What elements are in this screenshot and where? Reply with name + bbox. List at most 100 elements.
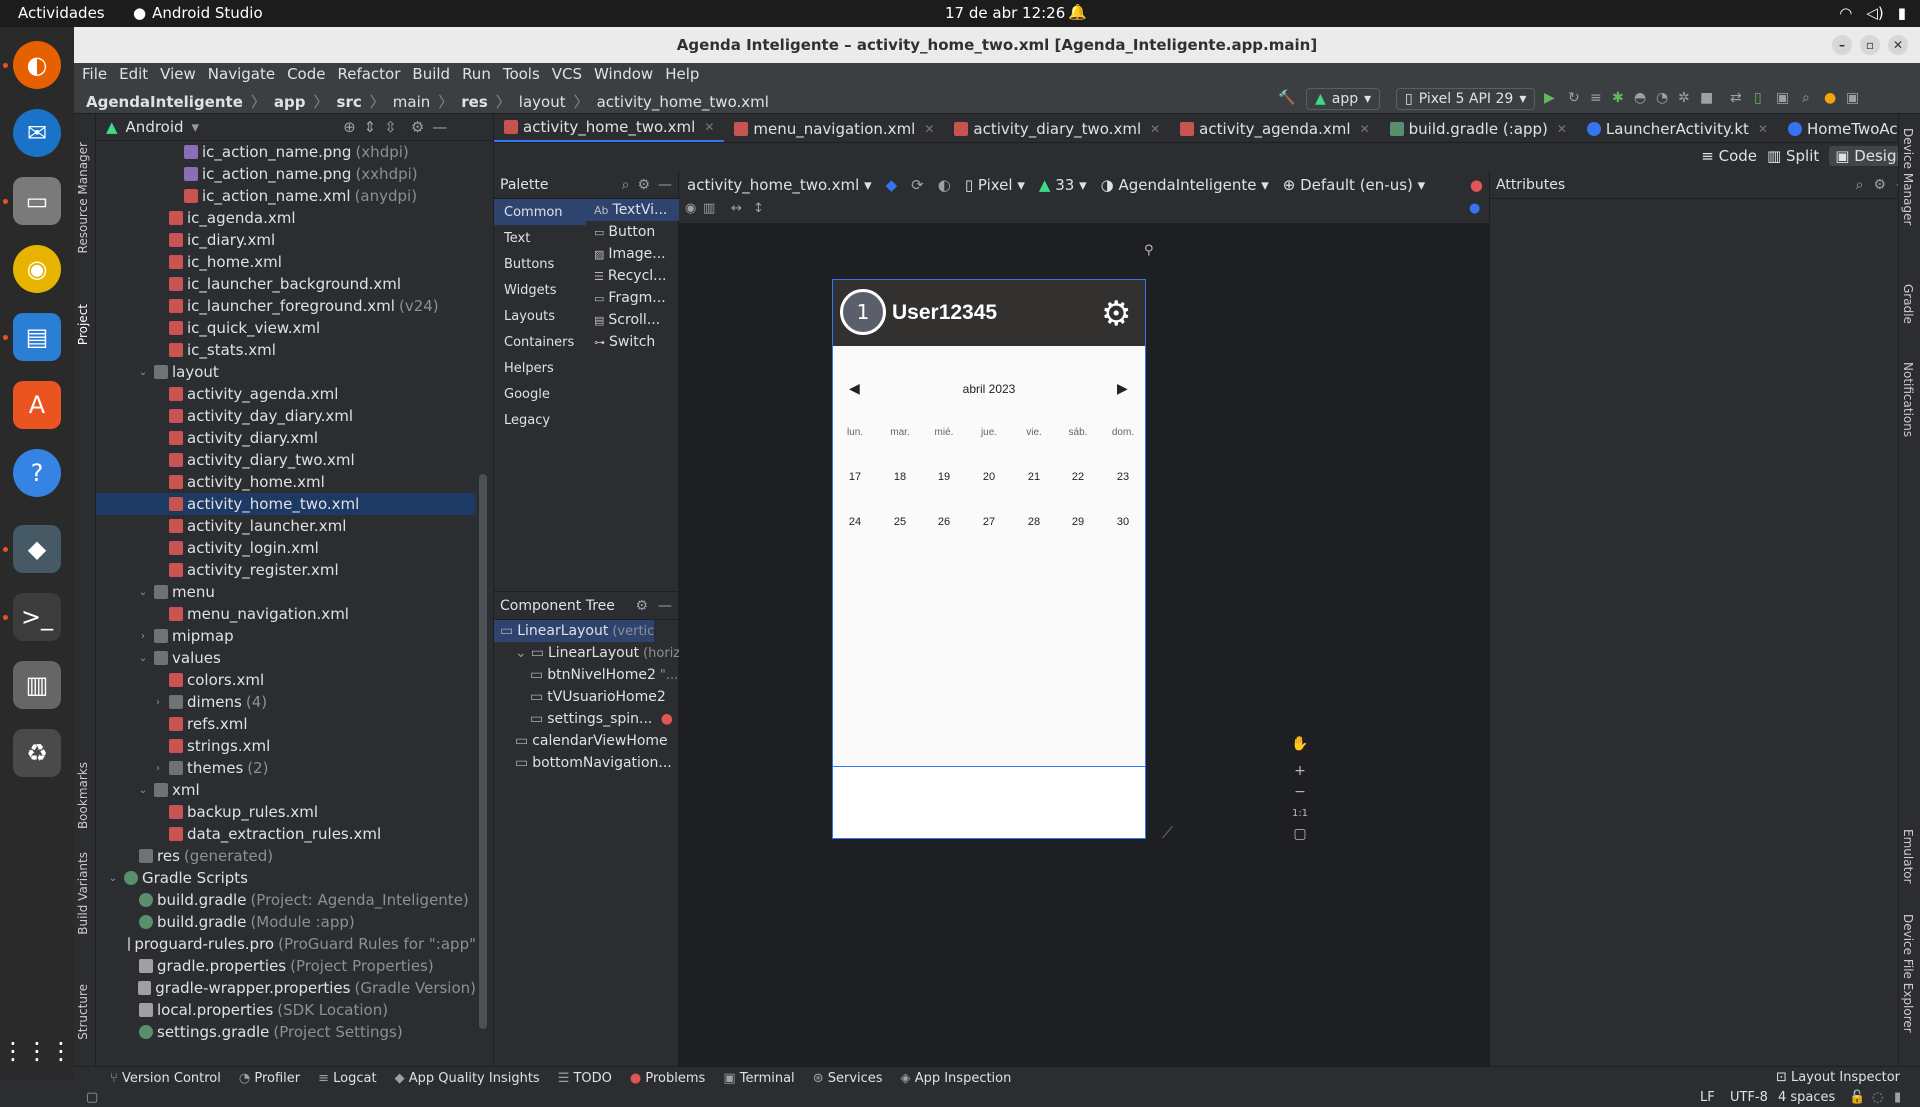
tree-item[interactable]: ic_agenda.xml: [96, 207, 476, 229]
run-config-select[interactable]: ▲ app ▾: [1306, 88, 1381, 110]
chevron-right-icon[interactable]: ›: [136, 631, 150, 642]
tool-bookmarks[interactable]: Bookmarks: [76, 762, 90, 829]
calendar-day[interactable]: 26: [924, 516, 964, 528]
tree-item[interactable]: activity_diary.xml: [96, 427, 476, 449]
tree-item[interactable]: ic_launcher_background.xml: [96, 273, 476, 295]
editor-tab[interactable]: LauncherActivity.kt ✕: [1577, 114, 1778, 142]
close-tab-icon[interactable]: ✕: [1150, 122, 1160, 136]
stop-icon[interactable]: ■: [1700, 90, 1713, 106]
tree-item[interactable]: activity_agenda.xml: [96, 383, 476, 405]
close-button[interactable]: ✕: [1888, 35, 1908, 55]
tree-item[interactable]: ic_stats.xml: [96, 339, 476, 361]
calendar-day[interactable]: 23: [1103, 471, 1143, 483]
hide-icon[interactable]: —: [658, 598, 672, 614]
terminal-icon[interactable]: >_: [13, 593, 61, 641]
palette-item[interactable]: ☰ Recycl...: [586, 265, 679, 287]
rhythmbox-icon[interactable]: ◉: [13, 245, 61, 293]
device-preview-select[interactable]: ▯ Pixel ▾: [965, 176, 1025, 194]
writer-icon[interactable]: ▤: [13, 313, 61, 361]
palette-category[interactable]: Layouts: [494, 303, 586, 329]
layout-inspector-button[interactable]: ⊡ Layout Inspector: [1776, 1070, 1900, 1085]
window-titlebar[interactable]: Agenda Inteligente – activity_home_two.x…: [74, 27, 1920, 63]
calendar-day[interactable]: 27: [969, 516, 1009, 528]
bottom-tool-button[interactable]: ≡ Logcat: [318, 1071, 376, 1086]
split-mode-button[interactable]: ▥ Split: [1767, 147, 1819, 165]
chevron-down-icon[interactable]: ⌄: [106, 873, 120, 884]
pin-icon[interactable]: ⚲: [1144, 243, 1154, 258]
tree-item[interactable]: colors.xml: [96, 669, 476, 691]
tree-item[interactable]: gradle-wrapper.properties (Gradle Version…: [96, 977, 476, 999]
close-tab-icon[interactable]: ✕: [1758, 122, 1768, 136]
palette-category[interactable]: Legacy: [494, 407, 586, 433]
line-separator[interactable]: LF: [1700, 1090, 1715, 1105]
info-icon[interactable]: ●: [1469, 201, 1480, 216]
editor-tab[interactable]: menu_navigation.xml ✕: [724, 114, 944, 142]
menu-window[interactable]: Window: [594, 65, 653, 83]
sdk-manager-icon[interactable]: ▣: [1776, 90, 1789, 106]
calendar-day[interactable]: 22: [1058, 471, 1098, 483]
run-icon[interactable]: ▶: [1544, 90, 1555, 106]
tree-item[interactable]: activity_home_two.xml: [96, 493, 476, 515]
bottom-tool-button[interactable]: ☰ TODO: [558, 1071, 612, 1086]
hide-icon[interactable]: —: [432, 118, 447, 136]
calendar-day[interactable]: 30: [1103, 516, 1143, 528]
tree-item[interactable]: proguard-rules.pro (ProGuard Rules for ":…: [96, 933, 476, 955]
thunderbird-icon[interactable]: ✉: [13, 109, 61, 157]
update-icon[interactable]: ●: [1824, 90, 1836, 106]
blueprint-icon[interactable]: ▥: [703, 201, 715, 216]
zoom-fit-icon[interactable]: ▢: [1289, 823, 1311, 845]
next-month-icon[interactable]: ▶: [1117, 380, 1128, 397]
activities-button[interactable]: Actividades: [18, 4, 105, 22]
menu-run[interactable]: Run: [462, 65, 491, 83]
editor-tab[interactable]: activity_diary_two.xml ✕: [944, 114, 1170, 142]
tree-item[interactable]: refs.xml: [96, 713, 476, 735]
tree-item[interactable]: ic_action_name.xml (anydpi): [96, 185, 476, 207]
chevron-down-icon[interactable]: ⌄: [136, 367, 150, 378]
error-icon[interactable]: ●: [1470, 176, 1483, 194]
palette-category[interactable]: Common: [494, 199, 586, 225]
palette-item[interactable]: ⊶ Switch: [586, 331, 679, 353]
debug-icon[interactable]: ✱: [1612, 90, 1624, 106]
component-tree-item[interactable]: ▭ btnNivelHome2 "...: [494, 664, 679, 686]
sync-gradle-icon[interactable]: ⇄: [1730, 90, 1742, 106]
calendar-day[interactable]: 28: [1014, 516, 1054, 528]
calendar-day[interactable]: 19: [924, 471, 964, 483]
tree-item[interactable]: ⌄ menu: [96, 581, 476, 603]
calendar-day[interactable]: 29: [1058, 516, 1098, 528]
menu-file[interactable]: File: [82, 65, 107, 83]
tool-notifications[interactable]: Notifications: [1901, 362, 1915, 437]
menu-help[interactable]: Help: [665, 65, 699, 83]
tree-item[interactable]: backup_rules.xml: [96, 801, 476, 823]
help-icon[interactable]: ?: [13, 449, 61, 497]
calendar-day[interactable]: 21: [1014, 471, 1054, 483]
active-app-menu[interactable]: ● Android Studio: [133, 4, 263, 22]
zoom-in-icon[interactable]: +: [1289, 760, 1311, 782]
palette-item[interactable]: Ab TextVi...: [586, 199, 679, 221]
calendar-day[interactable]: 20: [969, 471, 1009, 483]
bottom-navigation[interactable]: [833, 766, 1145, 838]
gear-icon[interactable]: ⚙: [635, 598, 648, 614]
tree-item[interactable]: ⌄ xml: [96, 779, 476, 801]
locale-select[interactable]: ⊕ Default (en-us) ▾: [1283, 176, 1425, 194]
palette-item[interactable]: ▤ Scroll...: [586, 309, 679, 331]
tool-structure[interactable]: Structure: [76, 984, 90, 1040]
component-tree-item[interactable]: ▭ settings_spin... ●: [494, 708, 679, 730]
orientation-icon[interactable]: ⟳: [911, 176, 924, 194]
breadcrumb-item[interactable]: activity_home_two.xml: [597, 93, 769, 111]
design-canvas[interactable]: ⚲ 1 User12345 ⚙ ◀ abril 2023 ▶ lun. mar. m…: [679, 223, 1489, 1066]
project-view-select[interactable]: Android: [126, 118, 184, 136]
menu-vcs[interactable]: VCS: [552, 65, 582, 83]
tree-item[interactable]: ic_quick_view.xml: [96, 317, 476, 339]
panel-toggle-icon[interactable]: ▢: [86, 1090, 98, 1105]
tree-item[interactable]: › mipmap: [96, 625, 476, 647]
calendar-day[interactable]: 25: [880, 516, 920, 528]
tree-item[interactable]: ⌄ values: [96, 647, 476, 669]
coverage-icon[interactable]: ◓: [1634, 90, 1646, 106]
file-encoding[interactable]: UTF-8: [1730, 1090, 1768, 1105]
breadcrumb-item[interactable]: src: [337, 93, 362, 111]
component-tree-item[interactable]: ▭ calendarViewHome: [494, 730, 679, 752]
calendar-day[interactable]: 17: [835, 471, 875, 483]
breadcrumb-item[interactable]: main: [393, 93, 430, 111]
search-icon[interactable]: ⌕: [622, 177, 630, 193]
editor-tab[interactable]: activity_home_two.xml ✕: [494, 114, 725, 142]
